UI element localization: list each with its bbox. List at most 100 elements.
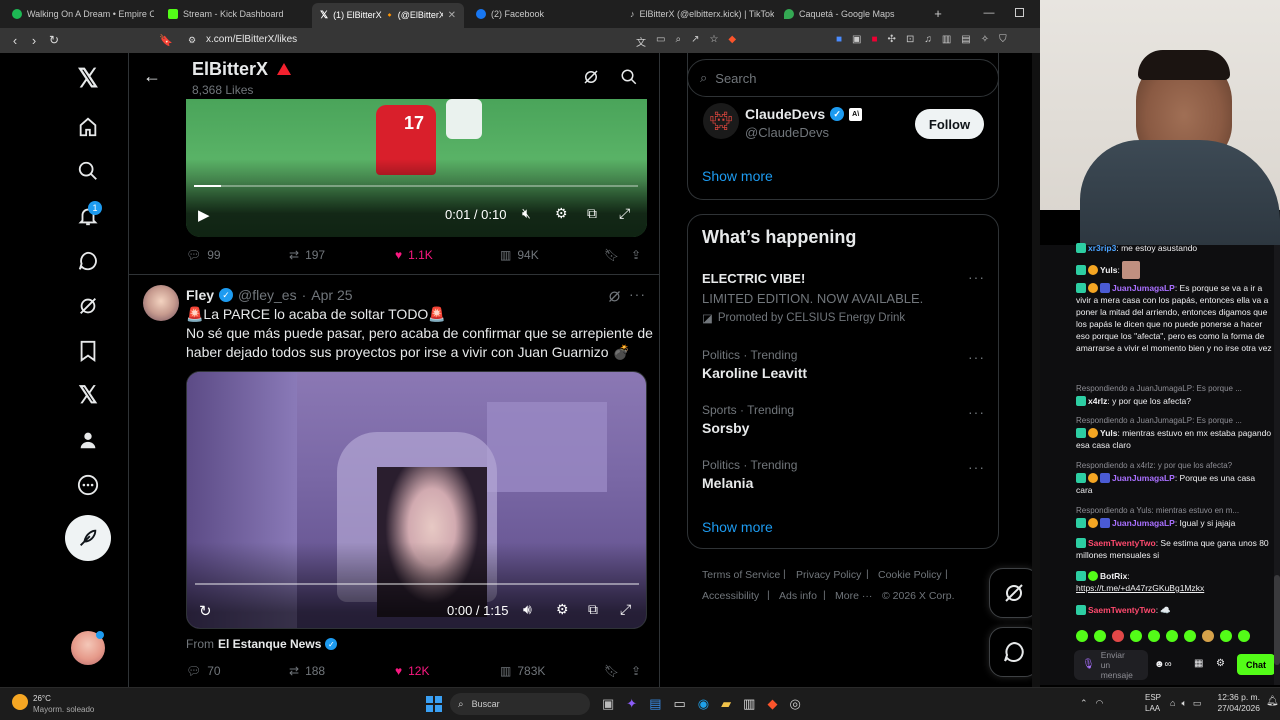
show-more-link[interactable]: Show more xyxy=(702,168,773,184)
emote-icon[interactable] xyxy=(1166,630,1178,642)
weather-temp[interactable]: 26°C xyxy=(33,694,51,703)
reply-button[interactable]: 💬︎ 99 xyxy=(186,248,221,262)
chat-input[interactable]: 🎙 Enviar un mensaje xyxy=(1074,650,1148,680)
new-tab-icon[interactable]: + xyxy=(930,5,946,21)
like-button[interactable]: ♥ 12K xyxy=(395,664,429,678)
emote-icon[interactable] xyxy=(1112,630,1124,642)
trend-item[interactable]: Politics · Trending Melania xyxy=(702,458,797,491)
footer-link[interactable]: More ··· xyxy=(835,590,872,602)
brave-shield-icon[interactable]: ◆ xyxy=(728,34,736,48)
chat-username[interactable]: JuanJumagaLP xyxy=(1112,473,1175,483)
grok-icon[interactable] xyxy=(70,288,106,324)
more-options-icon[interactable]: ··· xyxy=(968,404,985,420)
terminal-icon[interactable]: ▭ xyxy=(674,696,686,713)
maximize-icon[interactable] xyxy=(1015,8,1024,17)
leo-icon[interactable]: ✧ xyxy=(981,34,989,48)
bookmark-button[interactable]: 🔖︎ xyxy=(604,248,619,262)
home-icon[interactable] xyxy=(70,109,106,145)
author-name[interactable]: Fley xyxy=(186,287,214,303)
file-explorer-icon[interactable]: ▰ xyxy=(721,696,731,713)
views-button[interactable]: ▥ 783K xyxy=(500,664,545,678)
emote-icon[interactable] xyxy=(1202,630,1214,642)
chat-username[interactable]: JuanJumagaLP xyxy=(1112,283,1175,293)
more-circle-icon[interactable] xyxy=(70,467,106,503)
obs-icon[interactable]: ◎ xyxy=(789,696,800,713)
zoom-icon[interactable]: ⌕ xyxy=(675,34,681,48)
settings-gear-icon[interactable]: ⚙ xyxy=(556,601,569,618)
repost-button[interactable]: ⇄ 188 xyxy=(289,664,325,678)
reply-reference[interactable]: Respondiendo a x4rlz: y por que los afec… xyxy=(1076,460,1272,472)
bookmarks-icon[interactable] xyxy=(70,333,106,369)
notifications-bell-icon[interactable]: 1 xyxy=(70,198,106,234)
more-options-icon[interactable]: ··· xyxy=(968,269,985,285)
video-player-2[interactable]: ↻ 0:00 / 1:15 🔊︎ ⚙ ⧉ ⤢ xyxy=(186,371,647,629)
tab-spotify[interactable]: Walking On A Dream • Empire Of xyxy=(4,3,154,25)
search-icon[interactable] xyxy=(619,67,639,87)
chat-scrollbar[interactable] xyxy=(1274,245,1280,685)
extension-3-icon[interactable]: ⊡ xyxy=(906,34,914,48)
footer-link[interactable]: Ads info xyxy=(779,590,817,602)
replay-icon[interactable]: ↻ xyxy=(199,602,212,620)
back-icon[interactable]: ‹ xyxy=(8,32,22,48)
chat-username[interactable]: Yuls xyxy=(1100,265,1117,275)
fley-avatar[interactable] xyxy=(143,285,179,321)
task-view-icon[interactable]: ▣ xyxy=(602,696,614,713)
more-options-icon[interactable]: ··· xyxy=(968,349,985,365)
extensions-icon[interactable]: ✣ xyxy=(888,34,896,48)
fullscreen-icon[interactable]: ⤢ xyxy=(619,205,630,222)
translate-icon[interactable]: 文 xyxy=(636,34,646,49)
cast-icon[interactable]: ▭ xyxy=(656,34,665,48)
volume-icon[interactable]: 🔈︎ xyxy=(1181,698,1186,709)
promo-headline[interactable]: ELECTRIC VIBE! xyxy=(702,271,805,286)
weather-desc[interactable]: Mayorm. soleado xyxy=(33,705,94,714)
share-button[interactable]: ⇪ xyxy=(631,664,641,678)
notifications-icon[interactable]: 🔔︎ xyxy=(1266,696,1279,707)
chat-username[interactable]: SaemTwentyTwo xyxy=(1088,538,1156,548)
chat-username[interactable]: JuanJumagaLP xyxy=(1112,518,1175,528)
media-icon[interactable]: ♫ xyxy=(924,34,932,48)
emote-icon[interactable] xyxy=(1148,630,1160,642)
tab-facebook[interactable]: (2) Facebook xyxy=(468,3,618,25)
grok-header-icon[interactable] xyxy=(581,67,601,87)
source-name[interactable]: El Estanque News xyxy=(218,637,321,651)
vpn-icon[interactable]: ⛉ xyxy=(999,34,1007,48)
speaker-icon[interactable]: 🔊︎ xyxy=(523,601,532,618)
tab-x-active[interactable]: 𝕏 (1) ElBitterX 🔸 (@ElBitterX) / ✕ xyxy=(312,3,464,28)
chat-send-button[interactable]: Chat xyxy=(1237,654,1275,675)
trend-item[interactable]: Sports · Trending Sorsby xyxy=(702,403,794,436)
chevron-up-icon[interactable]: ⌃ xyxy=(1080,698,1088,709)
page-scrollbar[interactable] xyxy=(1032,53,1040,687)
wallet-icon[interactable]: ▤ xyxy=(961,34,970,48)
input-language[interactable]: ESP xyxy=(1145,693,1161,702)
author-handle[interactable]: @fley_es xyxy=(238,287,297,303)
chat-username[interactable]: SaemTwentyTwo xyxy=(1088,605,1156,615)
tab-kick[interactable]: Stream - Kick Dashboard xyxy=(160,3,310,25)
extension-1-icon[interactable]: ▣ xyxy=(852,34,861,48)
bookmark-icon[interactable]: 🔖 xyxy=(159,33,173,47)
back-arrow-icon[interactable]: ← xyxy=(141,65,163,87)
reload-icon[interactable]: ↻ xyxy=(46,32,62,48)
minimize-icon[interactable]: — xyxy=(982,5,996,21)
copilot-icon[interactable]: ✦ xyxy=(626,696,637,713)
extension-translate-icon[interactable]: ■ xyxy=(836,34,842,48)
chat-link[interactable]: https://t.me/+dA47rzGKuBg1Mzkx xyxy=(1076,583,1204,593)
clock-date[interactable]: 27/04/2026 xyxy=(1212,703,1260,713)
follow-button[interactable]: Follow xyxy=(915,109,984,139)
video-player-1[interactable]: 17 ▶ 0:01 / 0:10 🔇︎ ⚙ ⧉ ⤢ xyxy=(186,99,647,237)
chat-settings-icon[interactable]: ⚙ xyxy=(1216,658,1225,670)
play-icon[interactable]: ▶ xyxy=(198,206,210,224)
bookmark-button[interactable]: 🔖︎ xyxy=(604,664,619,678)
fullscreen-icon[interactable]: ⤢ xyxy=(620,601,631,618)
taskbar-search[interactable]: ⌕ Buscar xyxy=(450,693,590,715)
grok-chat-icon[interactable] xyxy=(70,243,106,279)
grok-explain-icon[interactable] xyxy=(605,287,623,305)
footer-link[interactable]: Terms of Service xyxy=(702,569,780,581)
url-input[interactable]: x.com/ElBitterX/likes xyxy=(206,34,297,45)
star-icon[interactable]: ☆ xyxy=(709,34,718,48)
account-avatar[interactable] xyxy=(71,631,105,665)
windows-start-icon[interactable] xyxy=(426,696,442,712)
chat-username[interactable]: BotRix xyxy=(1100,571,1127,581)
tweet-date[interactable]: Apr 25 xyxy=(311,287,352,303)
more-options-icon[interactable]: ··· xyxy=(629,286,646,302)
store-icon[interactable]: ▦ xyxy=(1194,658,1203,670)
